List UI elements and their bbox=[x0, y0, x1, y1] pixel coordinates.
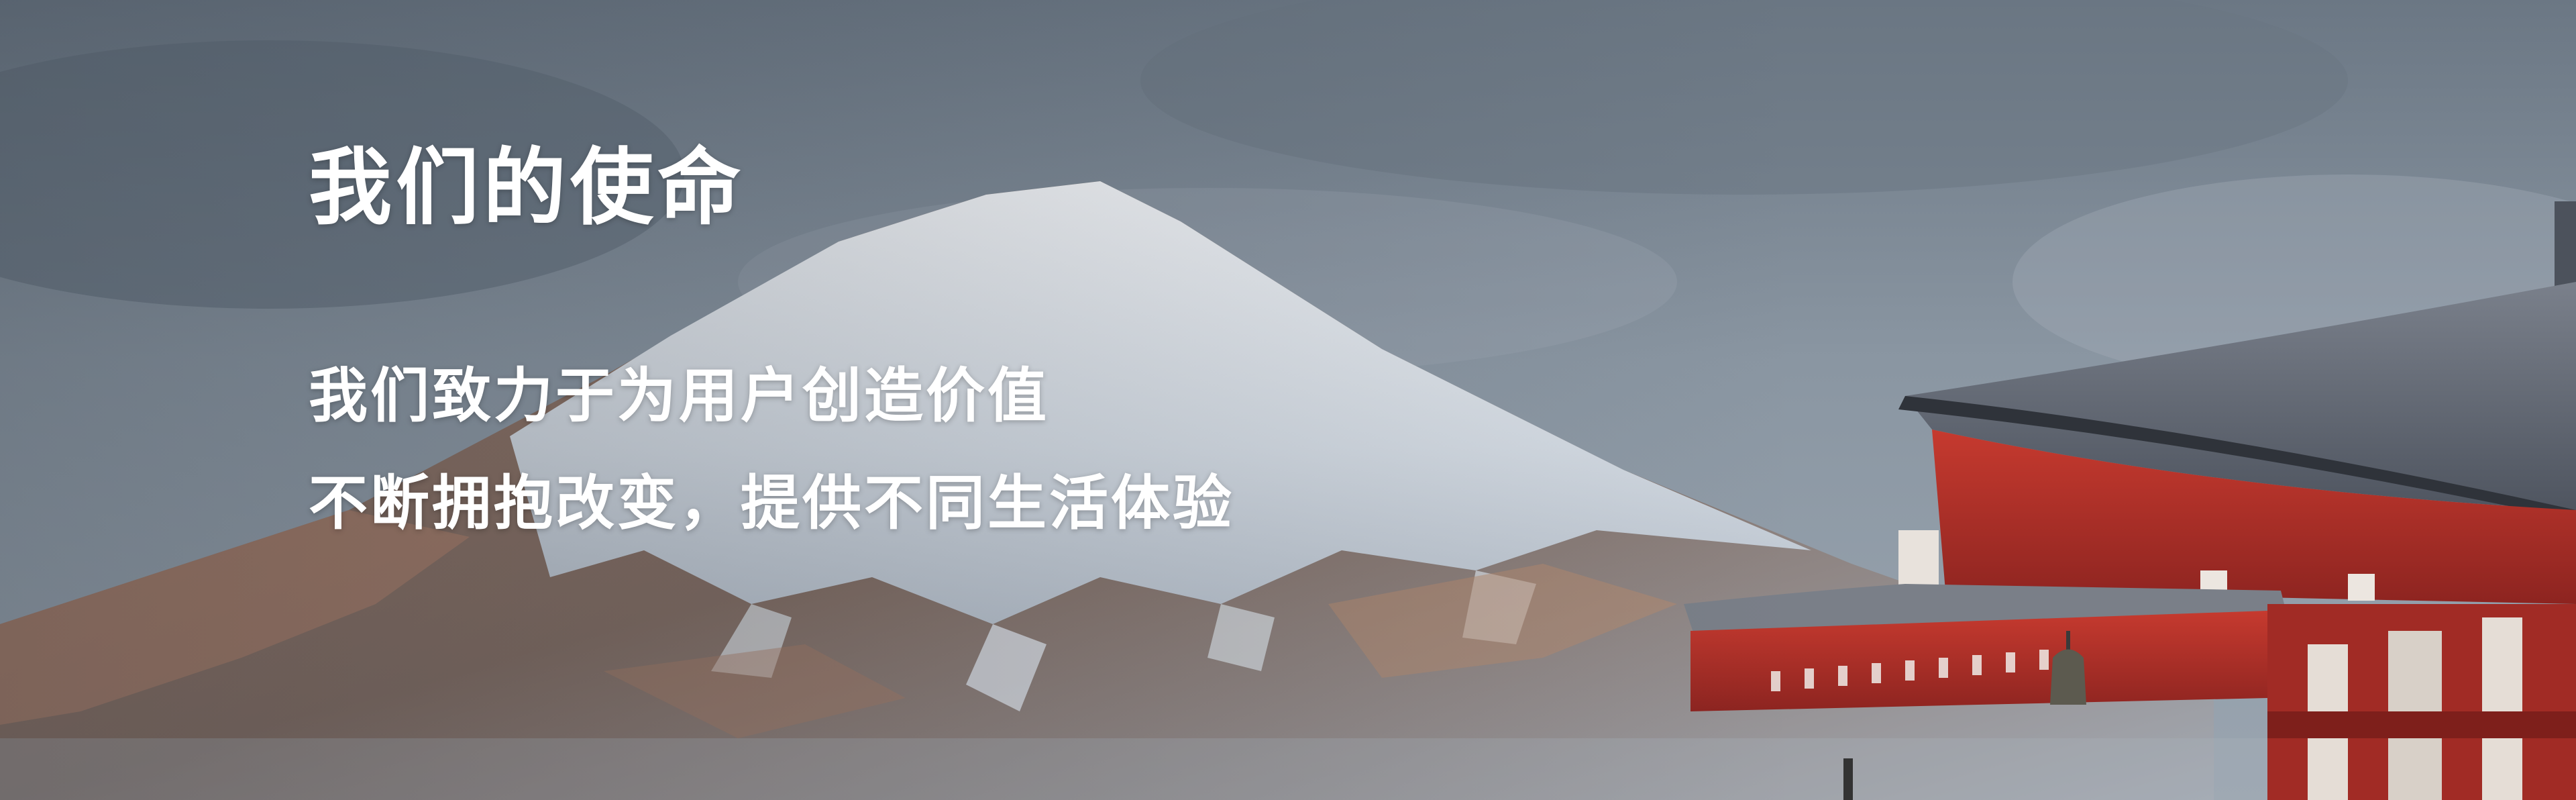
tagline-line-1: 我们致力于为用户创造价值 bbox=[309, 361, 1050, 430]
mission-tagline: 我们致力于为用户创造价值 不断拥抱改变，提供不同生活体验 bbox=[309, 342, 1234, 557]
mission-text-block: 我们的使命 我们致力于为用户创造价值 不断拥抱改变，提供不同生活体验 bbox=[309, 134, 1234, 557]
mission-heading: 我们的使命 bbox=[309, 140, 745, 236]
tagline-line-2: 不断拥抱改变，提供不同生活体验 bbox=[309, 468, 1235, 538]
mission-banner: 我们的使命 我们致力于为用户创造价值 不断拥抱改变，提供不同生活体验 bbox=[0, 0, 2576, 800]
